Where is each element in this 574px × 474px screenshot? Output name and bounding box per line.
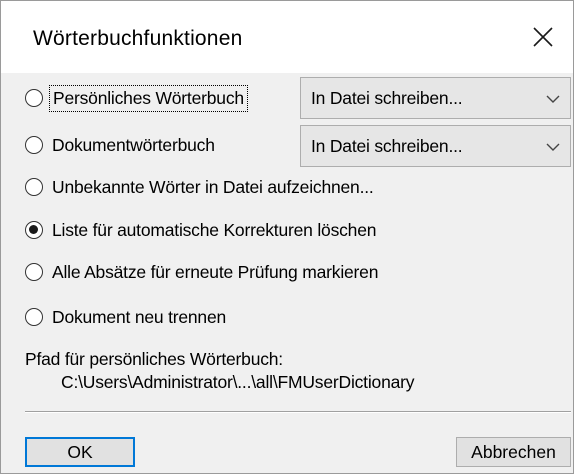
option-label: Dokumentwörterbuch [52,134,215,155]
title-bar: Wörterbuchfunktionen [1,1,573,73]
option-label: Liste für automatische Korrekturen lösch… [52,219,377,240]
personal-dictionary-dropdown[interactable]: In Datei schreiben... [300,77,571,119]
ok-button[interactable]: OK [25,437,135,467]
option-mark-paragraphs-recheck[interactable]: Alle Absätze für erneute Prüfung markier… [25,255,381,289]
dictionary-functions-dialog: Wörterbuchfunktionen Persönliches Wörter… [0,0,574,474]
close-button[interactable] [513,1,573,73]
option-record-unknown-words[interactable]: Unbekannte Wörter in Datei aufzeichnen..… [25,170,377,204]
dictionary-path-value: C:\Users\Administrator\...\all\FMUserDic… [61,372,415,392]
radio-record-unknown-words[interactable] [25,178,43,196]
document-dictionary-dropdown[interactable]: In Datei schreiben... [300,125,571,167]
close-icon [533,27,553,47]
option-rehyphenate-document[interactable]: Dokument neu trennen [25,300,229,334]
radio-document-dictionary[interactable] [25,136,43,154]
option-label: Unbekannte Wörter in Datei aufzeichnen..… [52,176,374,197]
dropdown-value: In Datei schreiben... [311,88,463,108]
dictionary-path-label: Pfad für persönliches Wörterbuch: [25,349,283,369]
option-label: Alle Absätze für erneute Prüfung markier… [52,261,379,282]
chevron-down-icon [546,143,560,151]
divider [25,411,571,413]
radio-personal-dictionary[interactable] [25,89,43,107]
option-document-dictionary[interactable]: Dokumentwörterbuch [25,128,218,162]
dropdown-value: In Datei schreiben... [311,136,463,156]
chevron-down-icon [546,95,560,103]
option-label: Dokument neu trennen [52,306,227,327]
radio-rehyphenate-document[interactable] [25,308,43,326]
option-clear-autocorrect-list[interactable]: Liste für automatische Korrekturen lösch… [25,213,379,247]
radio-clear-autocorrect-list[interactable] [25,221,43,239]
option-personal-dictionary[interactable]: Persönliches Wörterbuch [25,81,248,115]
dialog-title: Wörterbuchfunktionen [33,27,243,50]
option-label: Persönliches Wörterbuch [49,84,248,112]
radio-mark-paragraphs-recheck[interactable] [25,263,43,281]
cancel-button[interactable]: Abbrechen [456,437,571,467]
